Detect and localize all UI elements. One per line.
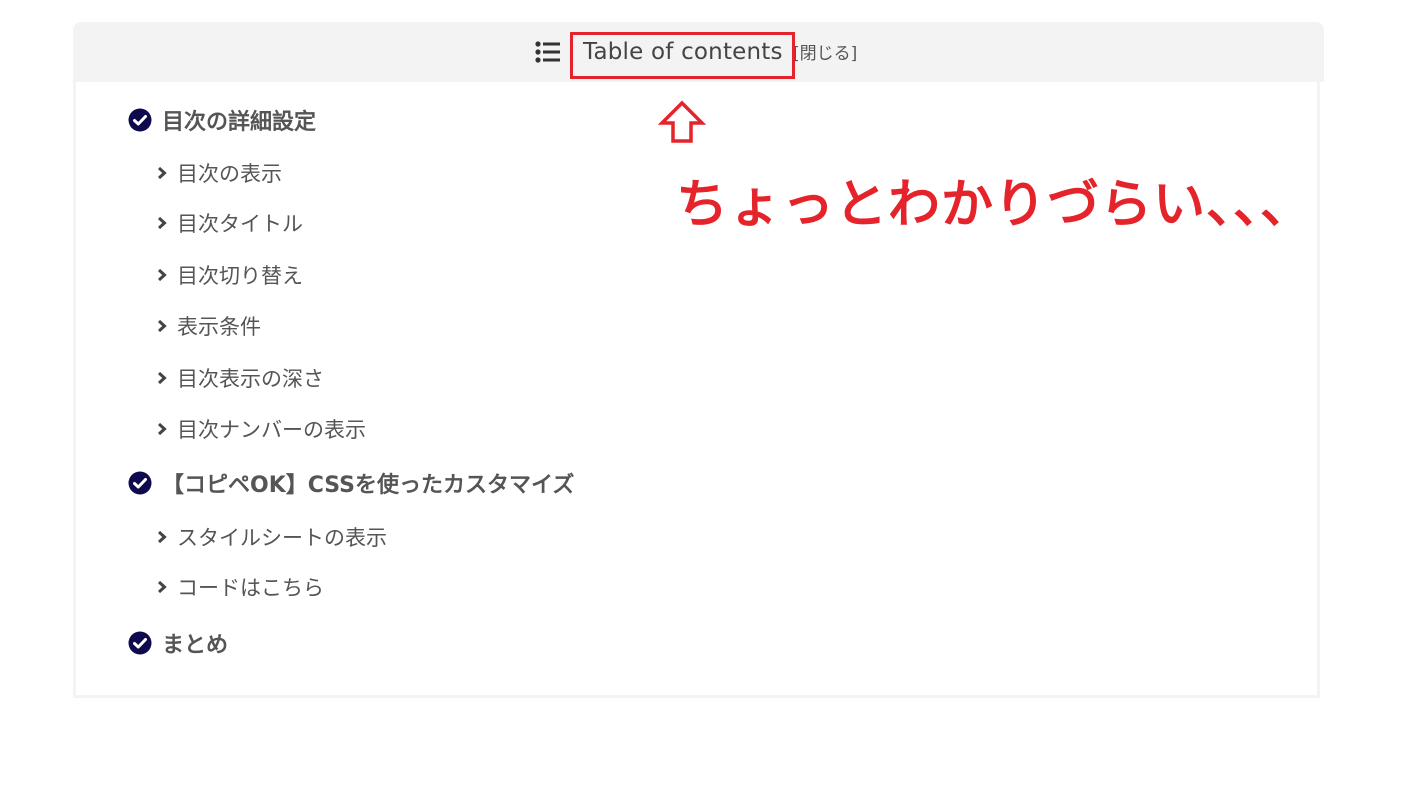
- check-circle-icon: [128, 108, 152, 132]
- chevron-right-icon: [157, 216, 167, 230]
- list-icon: [535, 41, 560, 63]
- toc-item-label: 目次表示の深さ: [177, 367, 324, 391]
- check-circle-icon: [128, 471, 152, 495]
- toc-item-subheading[interactable]: スタイルシートの表示: [156, 522, 387, 552]
- toc-item-heading[interactable]: まとめ: [128, 627, 228, 659]
- toc-item-label: 表示条件: [177, 315, 261, 339]
- chevron-right-icon: [157, 166, 167, 180]
- toc-item-subheading[interactable]: 目次切り替え: [156, 260, 303, 290]
- toc-item-label: コードはこちら: [177, 576, 324, 600]
- up-arrow-icon: [658, 100, 706, 143]
- toc-item-label: 目次の表示: [177, 162, 282, 186]
- toc-item-label: 目次の詳細設定: [162, 110, 317, 135]
- toc-item-heading[interactable]: 目次の詳細設定: [128, 104, 316, 136]
- toc-item-subheading[interactable]: 目次タイトル: [156, 208, 303, 238]
- chevron-right-icon: [157, 422, 167, 436]
- chevron-right-icon: [157, 268, 167, 282]
- chevron-right-icon: [157, 371, 167, 385]
- chevron-right-icon: [157, 580, 167, 594]
- toc-item-label: 目次タイトル: [177, 212, 303, 236]
- toc-item-label: 【コピペOK】CSSを使ったカスタマイズ: [162, 473, 575, 498]
- toc-item-label: まとめ: [162, 633, 229, 658]
- toc-close-toggle[interactable]: [閉じる]: [793, 43, 857, 65]
- toc-item-subheading[interactable]: 目次表示の深さ: [156, 363, 324, 393]
- annotation-text: ちょっとわかりづらい、、、: [676, 175, 1314, 235]
- chevron-right-icon: [157, 530, 167, 544]
- check-circle-icon: [128, 631, 152, 655]
- toc-item-label: 目次ナンバーの表示: [177, 418, 366, 442]
- toc-item-label: 目次切り替え: [177, 264, 303, 288]
- toc-item-subheading[interactable]: 目次の表示: [156, 158, 282, 188]
- toc-item-label: スタイルシートの表示: [177, 526, 387, 550]
- chevron-right-icon: [157, 319, 167, 333]
- highlight-box: [570, 32, 795, 79]
- toc-item-subheading[interactable]: 目次ナンバーの表示: [156, 414, 366, 444]
- toc-item-subheading[interactable]: コードはこちら: [156, 572, 324, 602]
- toc-item-subheading[interactable]: 表示条件: [156, 311, 261, 341]
- toc-item-heading[interactable]: 【コピペOK】CSSを使ったカスタマイズ: [128, 467, 574, 499]
